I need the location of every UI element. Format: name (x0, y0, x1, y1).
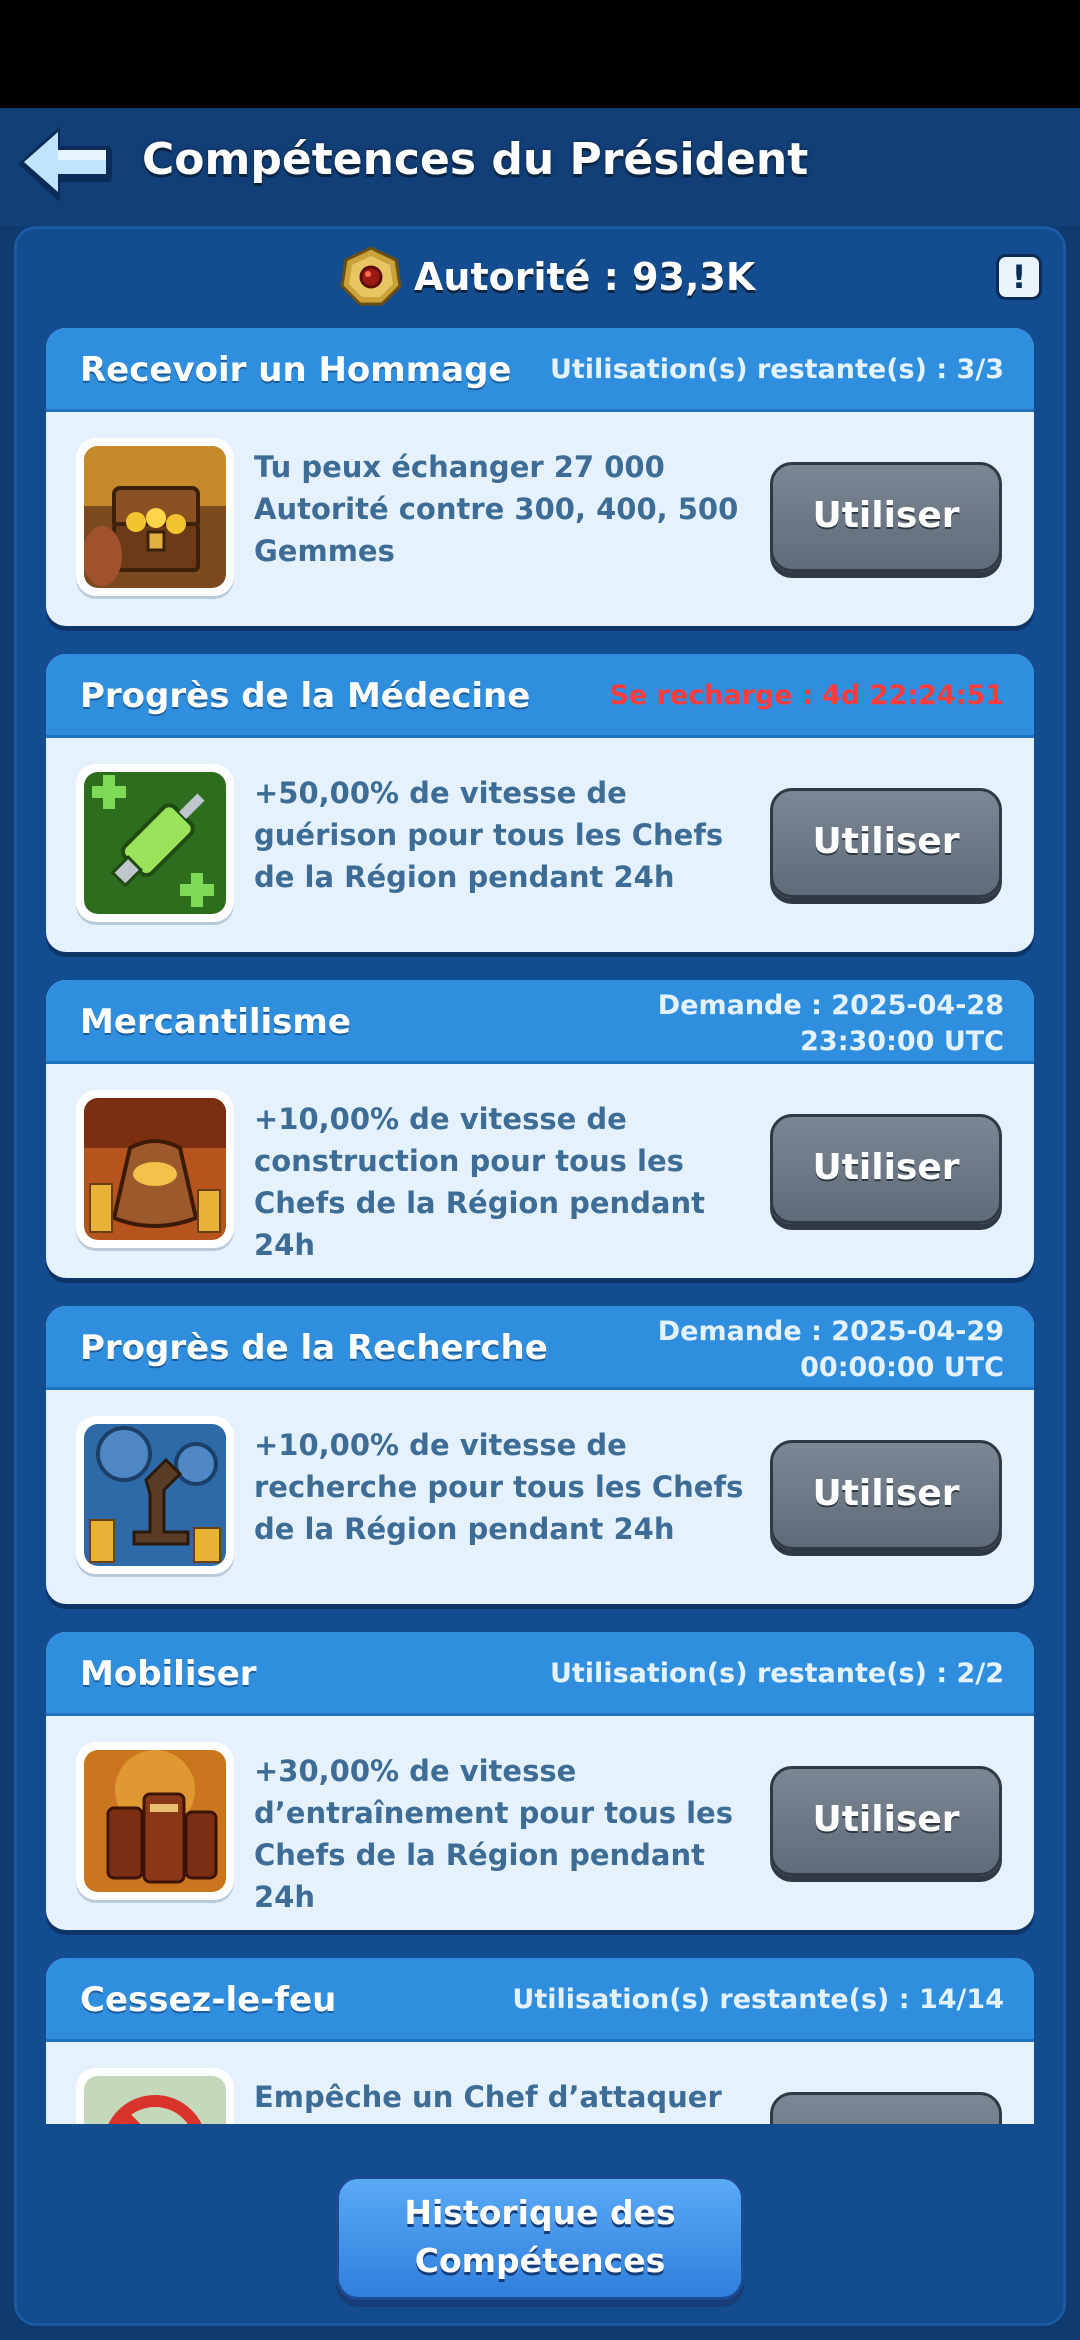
skill-card-header: Recevoir un Hommage Utilisation(s) resta… (46, 328, 1034, 412)
skill-card-progres-medecine: Progrès de la Médecine Se recharge : 4d … (46, 654, 1034, 952)
skill-request-date: Demande : 2025-04-28 23:30:00 UTC (658, 988, 1004, 1060)
request-date-line: Demande : 2025-04-29 (657, 1316, 1004, 1347)
skill-name: Progrès de la Recherche (80, 1328, 548, 1368)
use-button[interactable]: Utiliser (770, 1766, 1002, 1876)
status-bar (0, 0, 1080, 108)
skill-uses-remaining: Utilisation(s) restante(s) : 2/2 (549, 1658, 1004, 1689)
skill-card-progres-recherche: Progrès de la Recherche Demande : 2025-0… (46, 1306, 1034, 1604)
skill-request-date: Demande : 2025-04-29 00:00:00 UTC (658, 1314, 1004, 1386)
skills-history-button[interactable]: Historique des Compétences (336, 2176, 744, 2300)
skill-cooldown-timer: Se recharge : 4d 22:24:51 (609, 680, 1004, 711)
request-time-line: 00:00:00 UTC (800, 1352, 1004, 1383)
skill-uses-remaining: Utilisation(s) restante(s) : 3/3 (549, 354, 1004, 385)
authority-medal-icon (340, 246, 402, 306)
back-button[interactable] (14, 122, 114, 206)
skill-description: Empêche un Chef d’attaquer les (254, 2080, 722, 2124)
skill-card-header: Mercantilisme Demande : 2025-04-28 23:30… (46, 980, 1034, 1064)
use-button[interactable]: Utiliser (770, 462, 1002, 572)
skill-name: Mobiliser (80, 1654, 257, 1694)
skill-name: Mercantilisme (80, 1002, 351, 1042)
skill-card-header: Mobiliser Utilisation(s) restante(s) : 2… (46, 1632, 1034, 1716)
use-button[interactable]: Utiliser (770, 788, 1002, 898)
skill-card-header: Cessez-le-feu Utilisation(s) restante(s)… (46, 1958, 1034, 2042)
request-time-line: 23:30:00 UTC (800, 1026, 1004, 1057)
exclamation-icon: ! (1011, 258, 1027, 296)
skill-description: +10,00% de vitesse de recherche pour tou… (254, 1428, 744, 1546)
skill-name: Recevoir un Hommage (80, 350, 512, 390)
no-attack-icon (76, 2068, 234, 2124)
request-date-line: Demande : 2025-04-28 (657, 990, 1004, 1021)
skill-card-recevoir-hommage: Recevoir un Hommage Utilisation(s) resta… (46, 328, 1034, 626)
syringe-icon (76, 764, 234, 922)
authority-display: Autorité : 93,3K (340, 240, 755, 314)
info-button[interactable]: ! (996, 254, 1042, 300)
authority-value: Autorité : 93,3K (414, 255, 756, 299)
use-button[interactable] (770, 2092, 1002, 2124)
skill-card-cessez-le-feu: Cessez-le-feu Utilisation(s) restante(s)… (46, 1958, 1034, 2124)
skill-name: Cessez-le-feu (80, 1980, 337, 2020)
skill-card-header: Progrès de la Recherche Demande : 2025-0… (46, 1306, 1034, 1390)
skill-uses-remaining: Utilisation(s) restante(s) : 14/14 (512, 1984, 1004, 2015)
skill-card-mobiliser: Mobiliser Utilisation(s) restante(s) : 2… (46, 1632, 1034, 1930)
skill-card-mercantilisme: Mercantilisme Demande : 2025-04-28 23:30… (46, 980, 1034, 1278)
skills-list[interactable]: Recevoir un Hommage Utilisation(s) resta… (46, 328, 1034, 2124)
soldiers-icon (76, 1742, 234, 1900)
history-button-line1: Historique des (404, 2193, 676, 2232)
skill-description: Tu peux échanger 27 000 Autorité contre … (254, 450, 739, 568)
skill-name: Progrès de la Médecine (80, 676, 531, 716)
microscope-icon (76, 1416, 234, 1574)
money-bag-icon (76, 1090, 234, 1248)
use-button[interactable]: Utiliser (770, 1440, 1002, 1550)
use-button[interactable]: Utiliser (770, 1114, 1002, 1224)
arrow-left-icon (18, 126, 112, 202)
history-button-line2: Compétences (414, 2241, 666, 2280)
treasure-chest-icon (76, 438, 234, 596)
page-title: Compétences du Président (142, 134, 809, 185)
skill-description: +30,00% de vitesse d’entraînement pour t… (254, 1754, 733, 1914)
skill-card-header: Progrès de la Médecine Se recharge : 4d … (46, 654, 1034, 738)
skill-description: +50,00% de vitesse de guérison pour tous… (254, 776, 724, 894)
skill-description: +10,00% de vitesse de construction pour … (254, 1102, 705, 1262)
